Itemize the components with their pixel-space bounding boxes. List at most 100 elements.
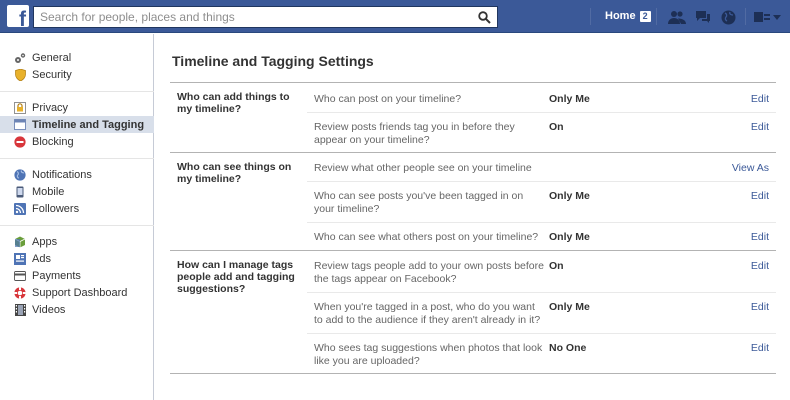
setting-value: Only Me bbox=[549, 231, 590, 243]
sidebar-item-videos[interactable]: Videos bbox=[0, 301, 154, 318]
lifebuoy-icon bbox=[14, 286, 26, 299]
globe-icon bbox=[14, 168, 26, 181]
blocking-icon bbox=[14, 135, 26, 148]
sidebar-item-ads[interactable]: Ads bbox=[0, 250, 154, 267]
sidebar-item-blocking[interactable]: Blocking bbox=[0, 133, 154, 150]
sidebar-item-label: General bbox=[32, 51, 72, 64]
topbar-divider bbox=[590, 8, 591, 25]
sidebar-item-privacy[interactable]: Privacy bbox=[0, 99, 154, 116]
sidebar-group-notifications: Notifications Mobile Followers bbox=[0, 166, 154, 217]
dropdown-arrow-icon[interactable] bbox=[771, 8, 783, 26]
timeline-icon bbox=[14, 119, 26, 131]
setting-value: Only Me bbox=[549, 190, 590, 202]
sidebar-separator bbox=[0, 91, 154, 92]
mobile-icon bbox=[14, 186, 26, 198]
sidebar-item-followers[interactable]: Followers bbox=[0, 200, 154, 217]
sidebar-item-general[interactable]: General bbox=[0, 49, 154, 66]
setting-value: Only Me bbox=[549, 301, 590, 313]
edit-link[interactable]: Edit bbox=[751, 93, 769, 105]
setting-question: Review tags people add to your own posts… bbox=[314, 260, 544, 285]
page-title: Timeline and Tagging Settings bbox=[172, 53, 374, 69]
setting-value: On bbox=[549, 121, 564, 133]
section-label: Who can add things to my timeline? bbox=[177, 91, 290, 115]
search-button[interactable] bbox=[471, 7, 497, 27]
settings-section-manage-tags: How can I manage tags people add and tag… bbox=[170, 250, 776, 374]
setting-question: Who can post on your timeline? bbox=[314, 93, 462, 105]
sidebar-separator bbox=[0, 158, 154, 159]
search-input[interactable] bbox=[34, 7, 471, 27]
notifications-globe-icon[interactable] bbox=[719, 8, 737, 26]
apps-cube-icon bbox=[14, 236, 26, 248]
gears-icon bbox=[14, 52, 26, 64]
edit-link[interactable]: Edit bbox=[751, 342, 769, 354]
sidebar-group-apps: Apps Ads Payments Support Dashboard Vide… bbox=[0, 233, 154, 318]
edit-link[interactable]: Edit bbox=[751, 301, 769, 313]
settings-section-see-things: Who can see things on my timeline? Revie… bbox=[170, 152, 776, 250]
section-bottom-divider bbox=[170, 373, 776, 374]
row-divider bbox=[307, 112, 776, 113]
sidebar-group-privacy: Privacy Timeline and Tagging Blocking bbox=[0, 99, 154, 150]
sidebar-item-label: Videos bbox=[32, 303, 66, 316]
sidebar-item-label: Mobile bbox=[32, 185, 65, 198]
setting-question: When you're tagged in a post, who do you… bbox=[314, 301, 541, 326]
settings-sidebar: General Security Privacy Timeline and Ta… bbox=[0, 34, 154, 400]
search-box bbox=[33, 6, 498, 28]
row-divider bbox=[307, 181, 776, 182]
setting-question: Review what other people see on your tim… bbox=[314, 162, 532, 174]
rss-icon bbox=[14, 202, 26, 215]
home-count-badge: 2 bbox=[639, 10, 651, 22]
friend-requests-icon[interactable] bbox=[668, 8, 686, 26]
sidebar-item-notifications[interactable]: Notifications bbox=[0, 166, 154, 183]
section-label: Who can see things on my timeline? bbox=[177, 161, 292, 185]
topbar-divider bbox=[656, 8, 657, 25]
setting-question: Review posts friends tag you in before t… bbox=[314, 121, 515, 146]
setting-value: Only Me bbox=[549, 93, 590, 105]
sidebar-item-security[interactable]: Security bbox=[0, 66, 154, 83]
section-label: How can I manage tags people add and tag… bbox=[177, 259, 295, 295]
sidebar-item-payments[interactable]: Payments bbox=[0, 267, 154, 284]
sidebar-item-label: Support Dashboard bbox=[32, 286, 128, 299]
row-divider bbox=[307, 292, 776, 293]
sidebar-item-label: Privacy bbox=[32, 101, 69, 114]
sidebar-item-mobile[interactable]: Mobile bbox=[0, 183, 154, 200]
sidebar-item-label: Blocking bbox=[32, 135, 74, 148]
film-icon bbox=[14, 303, 26, 316]
settings-section-add-things: Who can add things to my timeline? Who c… bbox=[170, 82, 776, 152]
edit-link[interactable]: Edit bbox=[751, 190, 769, 202]
sidebar-item-label: Payments bbox=[32, 269, 81, 282]
edit-link[interactable]: Edit bbox=[751, 121, 769, 133]
sidebar-item-label: Security bbox=[32, 68, 72, 81]
edit-link[interactable]: Edit bbox=[751, 231, 769, 243]
sidebar-item-apps[interactable]: Apps bbox=[0, 233, 154, 250]
sidebar-item-label: Followers bbox=[32, 202, 80, 215]
payments-card-icon bbox=[14, 270, 26, 282]
setting-question: Who can see posts you've been tagged in … bbox=[314, 190, 524, 215]
ads-icon bbox=[14, 252, 26, 265]
setting-value: On bbox=[549, 260, 564, 272]
sidebar-item-label: Apps bbox=[32, 235, 58, 248]
setting-question: Who sees tag suggestions when photos tha… bbox=[314, 342, 543, 367]
shield-icon bbox=[14, 68, 26, 81]
sidebar-item-label: Timeline and Tagging bbox=[32, 118, 145, 131]
sidebar-item-timeline-and-tagging[interactable]: Timeline and Tagging bbox=[0, 116, 154, 133]
home-label: Home bbox=[605, 10, 636, 22]
topbar-divider bbox=[745, 8, 746, 25]
sidebar-item-label: Notifications bbox=[32, 168, 92, 181]
lock-icon bbox=[14, 101, 26, 114]
search-icon bbox=[477, 10, 491, 24]
home-link[interactable]: Home 2 bbox=[605, 10, 651, 22]
row-divider bbox=[307, 222, 776, 223]
facebook-logo-icon[interactable]: f bbox=[7, 5, 29, 31]
account-settings-icon[interactable] bbox=[753, 8, 771, 26]
row-divider bbox=[307, 333, 776, 334]
setting-value: No One bbox=[549, 342, 587, 354]
top-bar: f Home 2 bbox=[0, 0, 790, 33]
edit-link[interactable]: Edit bbox=[751, 260, 769, 272]
sidebar-group-account: General Security bbox=[0, 49, 154, 83]
setting-question: Who can see what others post on your tim… bbox=[314, 231, 539, 243]
sidebar-item-support-dashboard[interactable]: Support Dashboard bbox=[0, 284, 154, 301]
logo-letter: f bbox=[19, 8, 26, 31]
sidebar-item-label: Ads bbox=[32, 252, 51, 265]
messages-icon[interactable] bbox=[694, 8, 712, 26]
view-as-link[interactable]: View As bbox=[732, 162, 769, 174]
